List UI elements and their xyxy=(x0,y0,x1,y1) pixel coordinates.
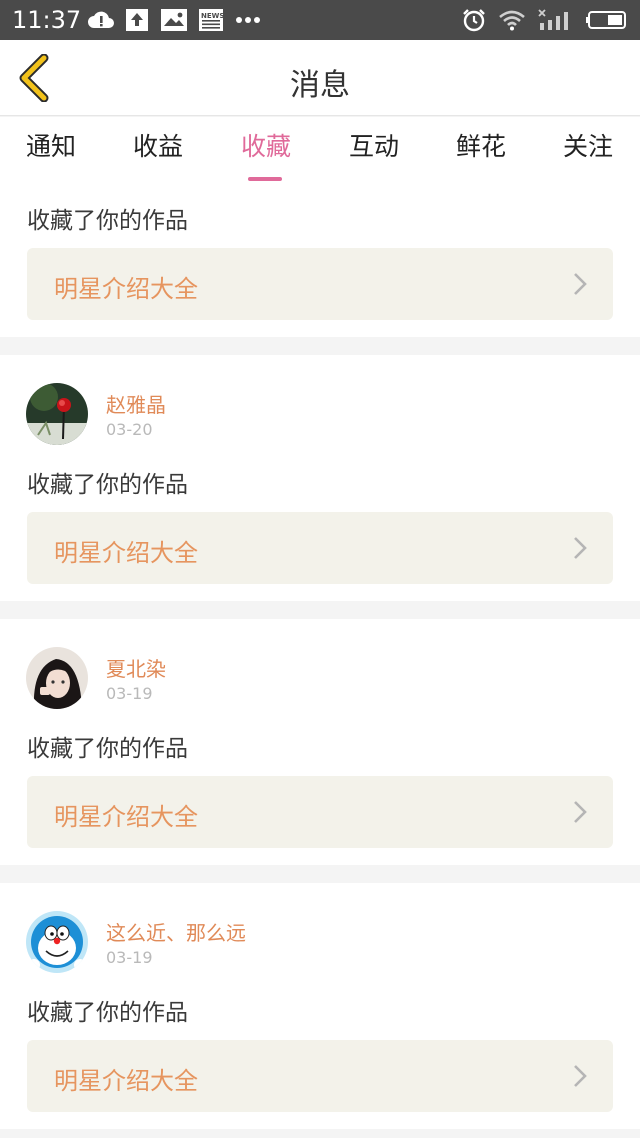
chevron-right-icon xyxy=(574,801,587,823)
tab-label: 收藏 xyxy=(240,132,291,161)
chevron-right-icon xyxy=(574,273,587,295)
list-item: 赵雅晶 03-20 收藏了你的作品 明星介绍大全 xyxy=(0,355,640,601)
action-text: 收藏了你的作品 xyxy=(27,472,188,498)
date-label: 03-20 xyxy=(106,420,153,439)
tab-label: 关注 xyxy=(562,132,613,161)
tab-flowers[interactable]: 鲜花 xyxy=(441,127,521,171)
tab-earnings[interactable]: 收益 xyxy=(118,127,198,171)
chevron-right-icon xyxy=(574,537,587,559)
work-title: 明星介绍大全 xyxy=(54,803,198,831)
news-icon-label: NEWS xyxy=(201,12,225,20)
username[interactable]: 这么近、那么远 xyxy=(106,917,246,946)
date-label: 03-19 xyxy=(106,948,153,967)
work-link[interactable]: 明星介绍大全 xyxy=(27,248,613,320)
action-text: 收藏了你的作品 xyxy=(27,736,188,762)
image-icon xyxy=(161,9,187,31)
work-link[interactable]: 明星介绍大全 xyxy=(27,776,613,848)
upload-icon xyxy=(125,9,149,31)
tab-label: 互动 xyxy=(348,132,399,161)
more-dots-icon xyxy=(235,9,261,31)
status-bar: 11:37 NEWS xyxy=(0,0,640,40)
tab-interaction[interactable]: 互动 xyxy=(334,127,414,171)
username[interactable]: 夏北染 xyxy=(106,653,166,682)
rose-avatar[interactable] xyxy=(26,383,88,445)
header-bar: 消息 xyxy=(0,40,640,116)
status-time: 11:37 xyxy=(12,6,82,34)
battery-icon xyxy=(586,9,628,31)
signal-icon xyxy=(538,9,572,31)
username[interactable]: 赵雅晶 xyxy=(106,389,166,418)
wifi-icon xyxy=(498,9,526,31)
date-label: 03-19 xyxy=(106,684,153,703)
tab-favorites[interactable]: 收藏 xyxy=(226,127,306,181)
cartoon-cat-avatar[interactable] xyxy=(26,911,88,973)
work-title: 明星介绍大全 xyxy=(54,539,198,567)
list-item: 收藏了你的作品 明星介绍大全 xyxy=(0,181,640,337)
page-title: 消息 xyxy=(290,68,350,103)
tab-notice[interactable]: 通知 xyxy=(11,127,91,171)
tab-label: 通知 xyxy=(25,132,76,161)
tab-follow[interactable]: 关注 xyxy=(548,127,628,171)
tab-bar: 通知 收益 收藏 互动 鲜花 关注 xyxy=(0,117,640,181)
work-link[interactable]: 明星介绍大全 xyxy=(27,512,613,584)
list-item: 这么近、那么远 03-19 收藏了你的作品 明星介绍大全 xyxy=(0,883,640,1129)
chevron-right-icon xyxy=(574,1065,587,1087)
alarm-icon xyxy=(462,9,486,32)
list-item: 夏北染 03-19 收藏了你的作品 明星介绍大全 xyxy=(0,619,640,865)
work-title: 明星介绍大全 xyxy=(54,1067,198,1095)
action-text: 收藏了你的作品 xyxy=(27,1000,188,1026)
tab-label: 收益 xyxy=(132,132,183,161)
action-text: 收藏了你的作品 xyxy=(27,208,188,234)
work-link[interactable]: 明星介绍大全 xyxy=(27,1040,613,1112)
work-title: 明星介绍大全 xyxy=(54,275,198,303)
tab-label: 鲜花 xyxy=(455,132,506,161)
cloud-alert-icon xyxy=(86,9,116,31)
girl-photo-avatar[interactable] xyxy=(26,647,88,709)
news-icon: NEWS xyxy=(199,9,225,31)
